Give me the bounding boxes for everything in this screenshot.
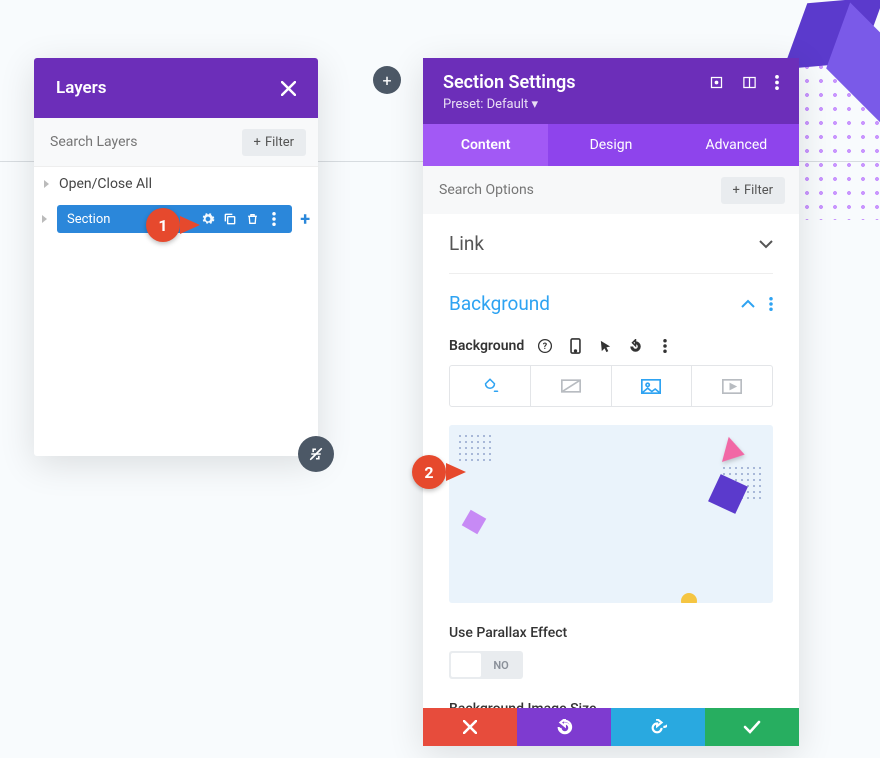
filter-label: Filter (744, 183, 773, 198)
section-settings-panel: Section Settings Preset: Default ▾ Conte… (423, 58, 799, 746)
add-button[interactable]: + (373, 66, 401, 94)
add-section-button[interactable]: + (300, 209, 310, 230)
background-image-preview[interactable] (449, 425, 773, 603)
tab-design[interactable]: Design (548, 124, 673, 166)
settings-body: Link Background Background ? (423, 214, 799, 708)
chevron-down-icon (759, 239, 773, 249)
gear-icon[interactable] (200, 211, 216, 227)
plus-icon: + (733, 183, 740, 198)
link-title: Link (449, 232, 484, 255)
chevron-up-icon (741, 299, 755, 309)
layers-panel: Layers + Filter Open/Close All Section (34, 58, 318, 456)
open-close-all[interactable]: Open/Close All (34, 167, 318, 201)
settings-tabs: Content Design Advanced (423, 124, 799, 166)
layers-search-bar: + Filter (34, 118, 318, 167)
parallax-toggle[interactable]: NO (449, 651, 523, 679)
chevron-right-icon (44, 180, 49, 188)
accordion-background[interactable]: Background (449, 274, 773, 333)
settings-header: Section Settings Preset: Default ▾ (423, 58, 799, 124)
settings-filter-button[interactable]: + Filter (721, 177, 785, 204)
bg-tab-gradient[interactable] (531, 366, 612, 406)
more-icon[interactable] (775, 75, 779, 90)
background-option-row: Background ? (449, 333, 773, 365)
settings-footer (423, 708, 799, 746)
tab-advanced[interactable]: Advanced (674, 124, 799, 166)
toggle-knob (451, 653, 481, 677)
background-title: Background (449, 292, 550, 315)
redo-button[interactable] (611, 708, 705, 746)
plus-icon: + (254, 135, 261, 150)
parallax-label: Use Parallax Effect (449, 625, 773, 641)
accordion-link[interactable]: Link (449, 214, 773, 273)
settings-search-input[interactable] (437, 176, 721, 204)
layers-filter-button[interactable]: + Filter (242, 129, 306, 156)
settings-title: Section Settings (443, 72, 576, 93)
svg-text:?: ? (543, 342, 548, 352)
chevron-down-icon: ▾ (531, 97, 538, 112)
open-close-all-label: Open/Close All (59, 176, 152, 192)
hover-icon[interactable] (596, 337, 614, 355)
reset-icon[interactable] (626, 337, 644, 355)
close-icon[interactable] (281, 81, 296, 96)
callout-1: 1 (146, 208, 196, 242)
chevron-right-icon[interactable] (42, 215, 47, 223)
more-icon[interactable] (266, 211, 282, 227)
image-size-label: Background Image Size (449, 701, 773, 708)
layers-search-input[interactable] (46, 128, 234, 156)
help-icon[interactable]: ? (536, 337, 554, 355)
columns-icon[interactable] (742, 75, 757, 90)
layers-title: Layers (56, 78, 107, 98)
callout-number: 2 (412, 455, 446, 489)
undo-button[interactable] (517, 708, 611, 746)
expand-icon[interactable] (709, 75, 724, 90)
toggle-value: NO (481, 659, 521, 672)
resize-handle-icon[interactable] (298, 436, 334, 472)
layers-header: Layers (34, 58, 318, 118)
tab-content[interactable]: Content (423, 124, 548, 166)
mobile-icon[interactable] (566, 337, 584, 355)
cancel-button[interactable] (423, 708, 517, 746)
save-button[interactable] (705, 708, 799, 746)
bg-tab-image[interactable] (612, 366, 693, 406)
settings-search-bar: + Filter (423, 166, 799, 214)
callout-number: 1 (146, 208, 180, 242)
more-icon[interactable] (656, 337, 674, 355)
trash-icon[interactable] (244, 211, 260, 227)
background-label: Background (449, 338, 524, 354)
duplicate-icon[interactable] (222, 211, 238, 227)
more-icon[interactable] (769, 297, 773, 311)
filter-label: Filter (265, 135, 294, 150)
bg-tab-color[interactable] (450, 366, 531, 406)
preset-label[interactable]: Preset: Default ▾ (443, 97, 779, 112)
callout-2: 2 (412, 455, 462, 489)
bg-tab-video[interactable] (692, 366, 772, 406)
background-type-tabs (449, 365, 773, 407)
